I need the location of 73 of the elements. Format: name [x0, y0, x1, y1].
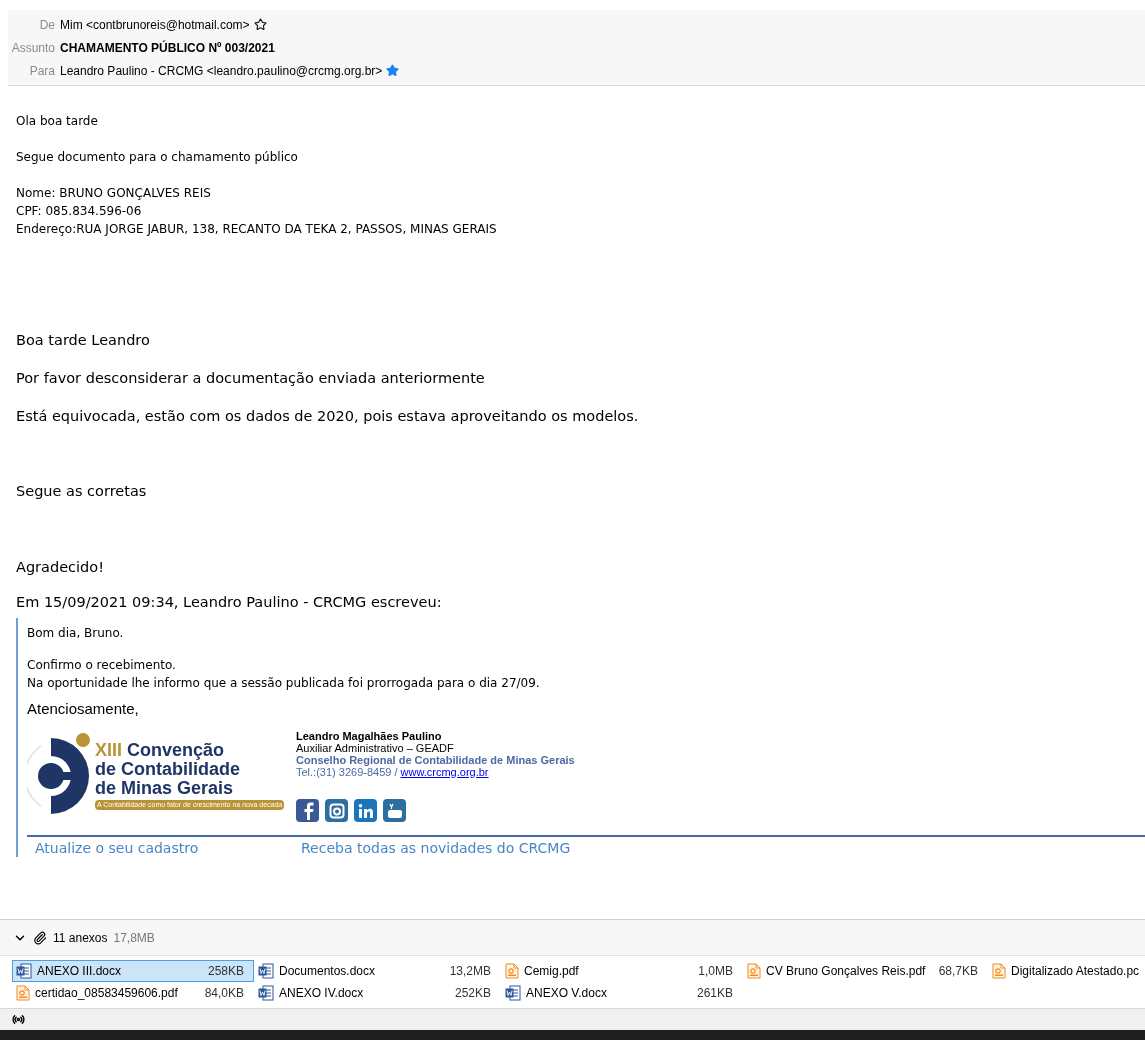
instagram-icon[interactable] — [325, 799, 348, 822]
signature-role: Auxiliar Administrativo – GEADF — [296, 742, 455, 754]
body-text: Ola boa tarde — [16, 113, 99, 130]
attachment-name: ANEXO III.docx — [37, 963, 123, 980]
attachment-item[interactable]: ANEXO IV.docx 252KB — [254, 982, 501, 1004]
attachment-size: 252KB — [454, 985, 492, 1002]
attachment-total-size: 17,8MB — [113, 929, 155, 947]
attachment-size: 261KB — [696, 985, 734, 1002]
body-text: CPF: 085.834.596-06 — [16, 203, 143, 220]
signature-name: Leandro Magalhães Paulino — [296, 730, 443, 742]
star-icon[interactable] — [386, 64, 400, 77]
attachment-size: 84,0KB — [204, 985, 245, 1002]
attachment-size: 68,7KB — [938, 963, 979, 980]
attachment-item[interactable]: CV Bruno Gonçalves Reis.pdf 68,7KB — [743, 960, 988, 982]
body-text: Endereço:RUA JORGE JABUR, 138, RECANTO DA TEKA 2, PASSOS, MINAS GERAIS — [16, 221, 498, 238]
attachment-name: CV Bruno Gonçalves Reis.pdf — [766, 963, 927, 980]
logo-title: de Minas Gerais — [95, 778, 235, 798]
pdf-document-icon — [16, 985, 30, 1001]
attachment-item[interactable]: Digitalizado Atestado.pc — [988, 960, 1145, 982]
word-document-icon — [16, 963, 32, 979]
body-text: Segue as corretas — [16, 482, 148, 501]
attachment-name: Cemig.pdf — [524, 963, 580, 980]
attachment-name: Documentos.docx — [279, 963, 377, 980]
closing-text: Atenciosamente, — [27, 700, 140, 718]
attachment-name: certidao_08583459606.pdf — [35, 985, 179, 1002]
connection-status-icon[interactable] — [12, 1013, 25, 1026]
header-value: Mim <contbrunoreis@hotmail.com> — [60, 16, 250, 34]
attachment-size: 258KB — [207, 963, 245, 980]
star-icon[interactable] — [253, 18, 267, 31]
word-document-icon — [258, 985, 274, 1001]
signature-org: Conselho Regional de Contabilidade de Minas Gerais — [296, 754, 575, 766]
attachment-item[interactable]: ANEXO V.docx 261KB — [501, 982, 743, 1004]
attachment-item[interactable]: certidao_08583459606.pdf 84,0KB — [12, 982, 254, 1004]
quote-attribution: Em 15/09/2021 09:34, Leandro Paulino - CRCMG escreveu: — [16, 593, 443, 612]
attachment-name: ANEXO IV.docx — [279, 985, 365, 1002]
body-text: Está equivocada, estão com os dados de 2020, pois estava aproveitando os modelos. — [16, 407, 640, 426]
header-value: CHAMAMENTO PÚBLICO Nº 003/2021 — [60, 39, 275, 57]
logo-title: Convenção — [127, 740, 225, 760]
website-link[interactable]: www.crcmg.org.br — [400, 766, 489, 778]
header-label: Assunto — [10, 39, 56, 57]
attachment-size: 13,2MB — [449, 963, 492, 980]
word-document-icon — [505, 985, 521, 1001]
header-label: De — [38, 16, 56, 34]
attachment-name: Digitalizado Atestado.pc — [1011, 963, 1141, 980]
body-text: Agradecido! — [16, 558, 105, 577]
signature-phone: Tel.:(31) 3269-8459 / — [296, 766, 398, 778]
facebook-icon[interactable] — [296, 799, 319, 822]
word-document-icon — [258, 963, 274, 979]
quote-text: Na oportunidade lhe informo que a sessão publicada foi prorrogada para o dia 27/09. — [27, 675, 541, 692]
quote-text: Bom dia, Bruno. — [27, 625, 125, 642]
logo-edition: XIII — [95, 740, 122, 760]
pdf-document-icon — [992, 963, 1006, 979]
footer-link[interactable]: Atualize o seu cadastro — [27, 839, 301, 857]
quote-text: Confirmo o recebimento. — [27, 657, 177, 674]
body-text: Boa tarde Leandro — [16, 331, 151, 350]
body-text: Segue documento para o chamamento público — [16, 149, 299, 166]
attachment-name: ANEXO V.docx — [526, 985, 608, 1002]
attachment-item[interactable]: ANEXO III.docx 258KB — [12, 960, 254, 982]
youtube-icon[interactable] — [383, 799, 406, 822]
header-value: Leandro Paulino - CRCMG <leandro.paulino@crcmg.org.br> — [60, 62, 383, 80]
logo-title: de Contabilidade — [95, 759, 241, 779]
paperclip-icon — [33, 930, 47, 945]
attachment-item[interactable]: Documentos.docx 13,2MB — [254, 960, 501, 982]
pdf-document-icon — [747, 963, 761, 979]
body-text: Por favor desconsiderar a documentação enviada anteriormente — [16, 369, 486, 388]
linkedin-icon[interactable] — [354, 799, 377, 822]
footer-link[interactable]: Receba todas as novidades do CRCMG — [301, 839, 571, 857]
attachment-size: 1,0MB — [698, 963, 734, 980]
pdf-document-icon — [505, 963, 519, 979]
body-text: Nome: BRUNO GONÇALVES REIS — [16, 185, 212, 202]
attachment-count: 11 anexos — [53, 929, 108, 947]
attachment-item[interactable]: Cemig.pdf 1,0MB — [501, 960, 743, 982]
header-label: Para — [28, 62, 56, 80]
